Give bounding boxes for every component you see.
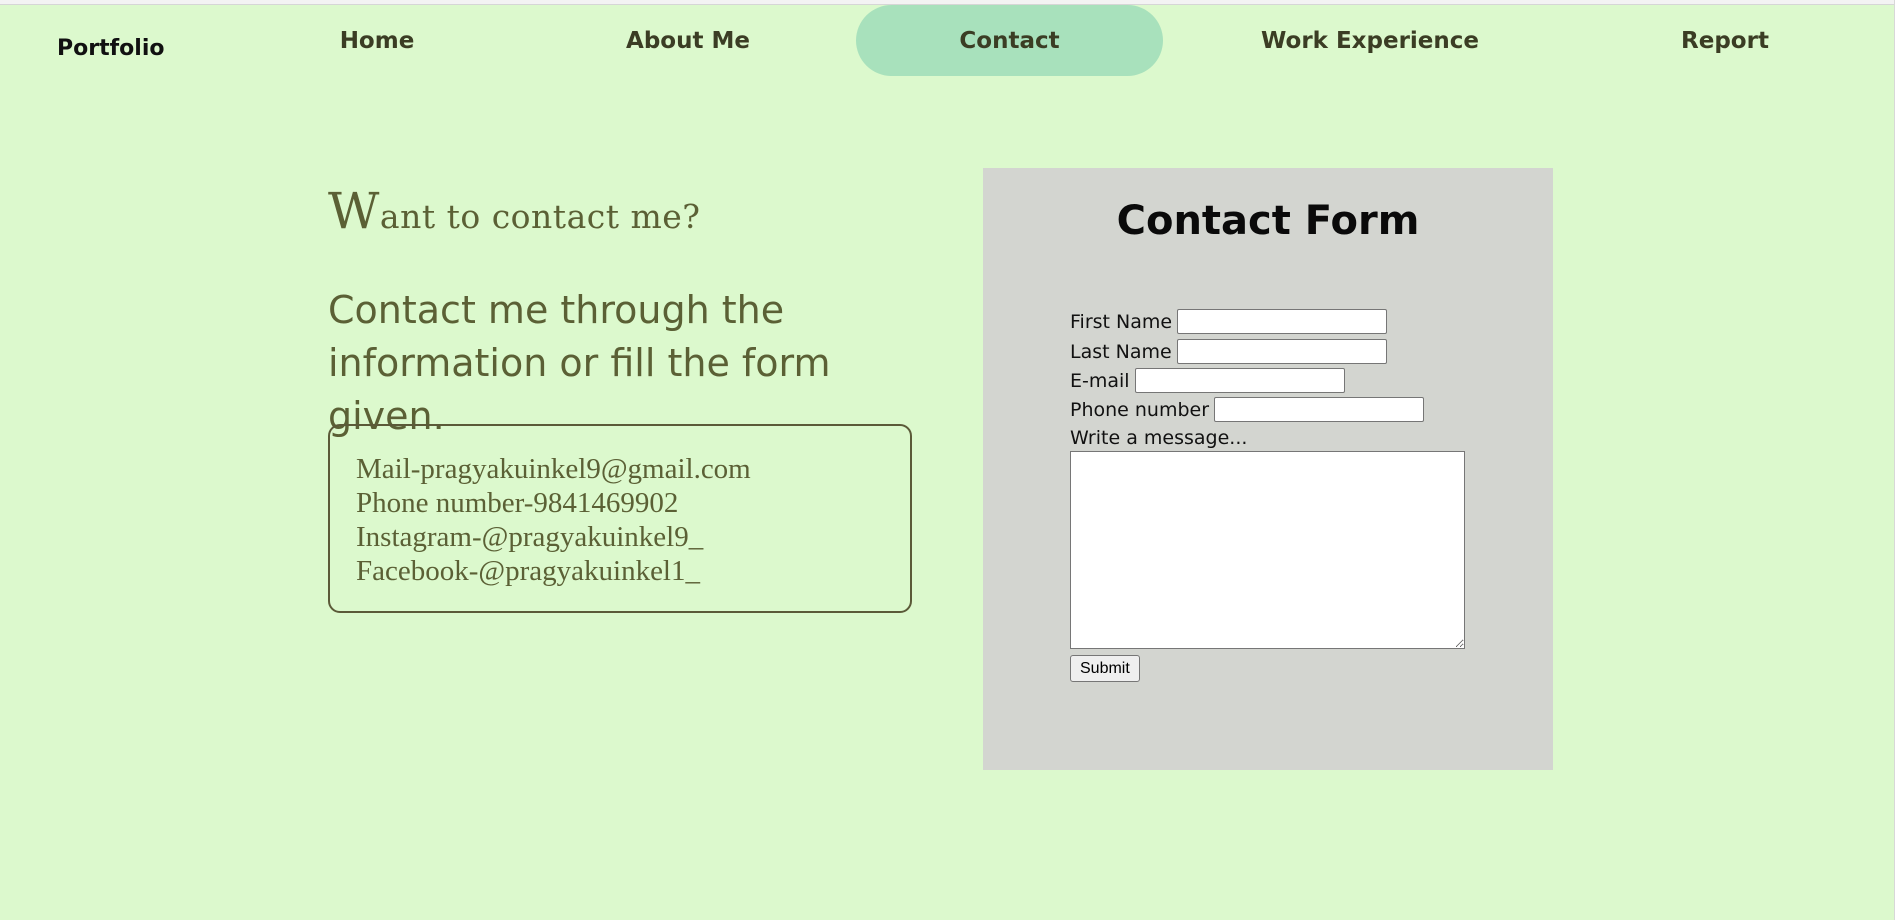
submit-button[interactable]: Submit [1070,655,1140,682]
phone-label: Phone number [1070,398,1210,421]
nav-home[interactable]: Home [300,5,454,76]
contact-form-panel: Contact Form First Name Last Name E-mail… [983,168,1553,770]
last-name-label: Last Name [1070,340,1172,363]
email-input[interactable] [1134,368,1345,393]
first-name-label: First Name [1070,310,1173,333]
last-name-row: Last Name [1070,339,1387,364]
heading-initial: W [328,182,380,240]
email-label: E-mail [1070,369,1130,392]
nav-report[interactable]: Report [1650,5,1800,76]
email-row: E-mail [1070,368,1345,393]
phone-row: Phone number [1070,397,1425,422]
nav-contact[interactable]: Contact [856,5,1163,76]
contact-info-box: Mail-pragyakuinkel9@gmail.com Phone numb… [328,424,912,613]
info-mail: Mail-pragyakuinkel9@gmail.com [356,453,751,485]
info-facebook: Facebook-@pragyakuinkel1_ [356,555,700,587]
message-textarea[interactable] [1070,451,1465,649]
contact-subtext: Contact me through the information or fi… [328,288,831,438]
phone-input[interactable] [1214,397,1425,422]
message-label: Write a message... [1070,427,1248,449]
brand-logo[interactable]: Portfolio [57,36,165,61]
first-name-row: First Name [1070,309,1388,334]
first-name-input[interactable] [1177,309,1388,334]
nav-about-me[interactable]: About Me [608,5,768,76]
heading-rest: ant to contact me? [379,197,701,236]
info-phone: Phone number-9841469902 [356,487,679,519]
contact-heading: Want to contact me? [328,182,701,240]
last-name-input[interactable] [1176,339,1387,364]
form-title: Contact Form [1116,198,1420,244]
nav-work-experience[interactable]: Work Experience [1255,5,1485,76]
info-instagram: Instagram-@pragyakuinkel9_ [356,521,704,553]
